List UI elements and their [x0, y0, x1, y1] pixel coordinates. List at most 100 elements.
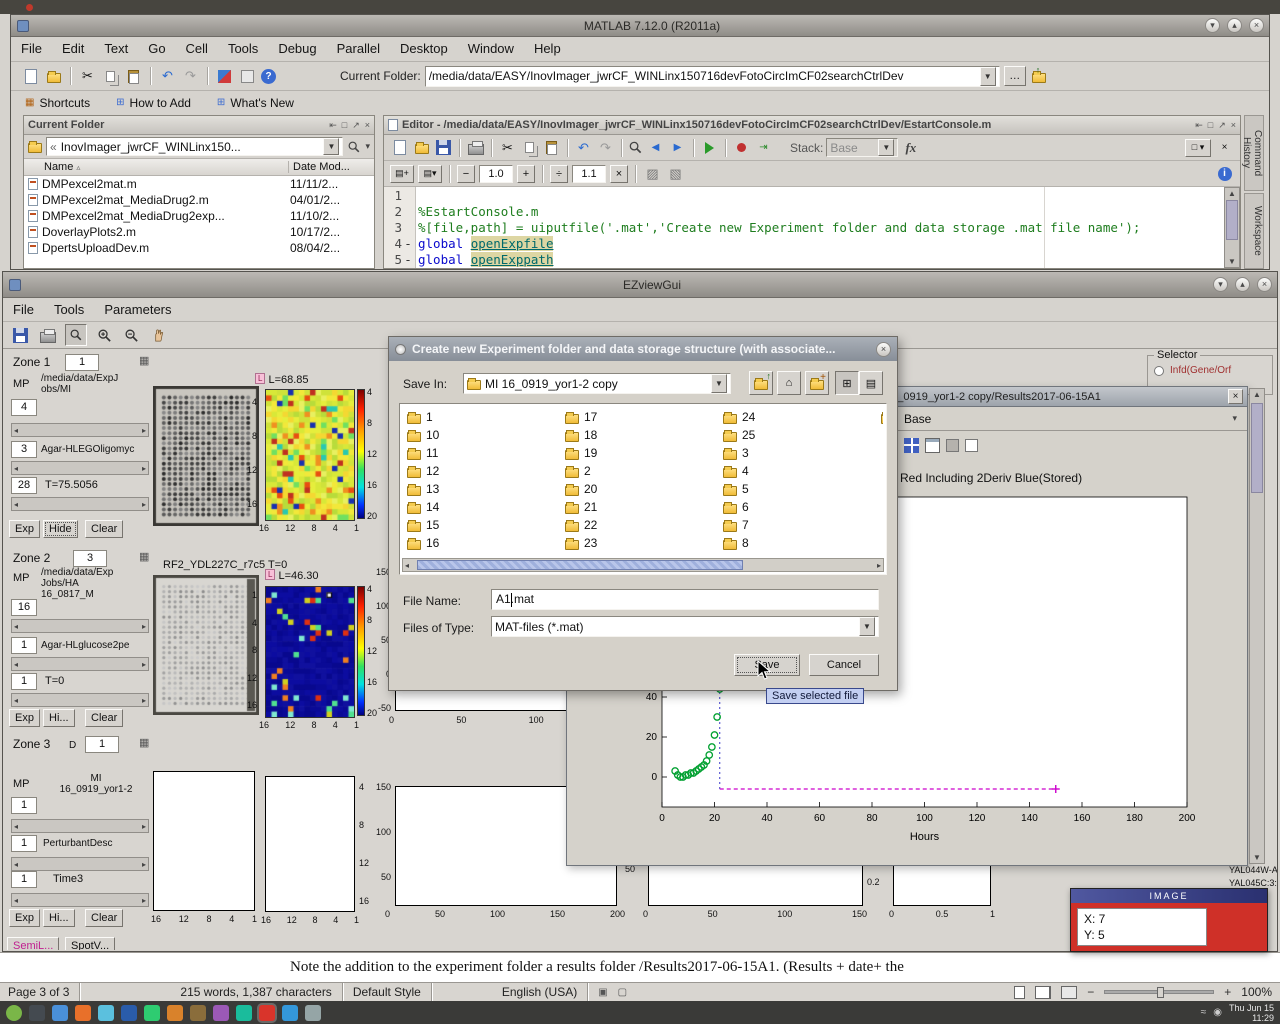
menu-item[interactable]: Edit: [62, 41, 84, 56]
misc-tool-icon[interactable]: [946, 439, 959, 452]
editor-vscrollbar[interactable]: ▲▼: [1224, 187, 1240, 268]
code-area[interactable]: 12%EstartConsole.m3%[file,path] = uiputf…: [384, 187, 1240, 268]
taskbar-icon-image-active[interactable]: [259, 1005, 275, 1021]
folder-item[interactable]: 23: [561, 534, 719, 552]
whats-new-item[interactable]: ⊞What's New: [217, 96, 294, 110]
zoom-percent[interactable]: 100%: [1241, 985, 1272, 999]
editor-dock-icon[interactable]: ⇤: [1195, 120, 1203, 131]
book-view-icon[interactable]: [1061, 986, 1077, 999]
simulink-icon[interactable]: [215, 67, 234, 86]
tab-workspace[interactable]: Workspace: [1244, 193, 1264, 269]
file-name-input[interactable]: A1.mat: [491, 589, 879, 610]
grid-view-icon[interactable]: [904, 438, 919, 453]
redo-icon[interactable]: ↷: [181, 67, 200, 86]
ezview-titlebar[interactable]: EZviewGui ▾ ▴ ×: [3, 272, 1277, 298]
list-view-button[interactable]: ⊞: [835, 371, 859, 395]
folder-item[interactable]: 1: [403, 408, 561, 426]
editor-toolbar-close-icon[interactable]: ×: [1215, 138, 1234, 157]
type-dropdown-icon[interactable]: ▼: [859, 617, 875, 636]
taskbar-clock[interactable]: Thu Jun 15 11:29: [1229, 1003, 1274, 1023]
increase-font-button[interactable]: +: [517, 165, 535, 183]
taskbar-icon-editor[interactable]: [98, 1005, 114, 1021]
exp-button[interactable]: Exp: [9, 709, 40, 727]
page-indicator[interactable]: Page 3 of 3: [8, 985, 69, 999]
zoom-slider-thumb[interactable]: [1157, 987, 1164, 998]
multi-page-view-icon[interactable]: [1035, 986, 1051, 999]
current-folder-header[interactable]: Current Folder ⇤ □ ↗ ×: [24, 116, 374, 135]
cell-misc-icon[interactable]: ▨: [643, 164, 662, 183]
up-one-level-button[interactable]: ↑: [749, 371, 773, 395]
zoom-select-icon[interactable]: [65, 324, 87, 346]
zone-index-field[interactable]: 1: [85, 736, 119, 753]
media-value-field[interactable]: 1: [11, 637, 37, 654]
selector-radio[interactable]: [1154, 366, 1164, 376]
hscroll-thumb[interactable]: [417, 560, 743, 570]
selection-mode-icon[interactable]: ▢: [618, 987, 627, 998]
actions-menu-icon[interactable]: ▾: [365, 141, 370, 152]
tab-command-history[interactable]: Command History: [1244, 115, 1264, 191]
pan-hand-icon[interactable]: [149, 326, 168, 345]
folder-item[interactable]: 16: [403, 534, 561, 552]
save-in-combo[interactable]: MI 16_0919_yor1-2 copy ▼: [463, 373, 731, 394]
taskbar-icon-calc[interactable]: [144, 1005, 160, 1021]
new-file-icon[interactable]: [21, 67, 40, 86]
scroll-down-icon[interactable]: ▼: [1253, 853, 1261, 862]
image-window-titlebar[interactable]: IMAGE: [1071, 889, 1267, 903]
files-of-type-combo[interactable]: MAT-files (*.mat) ▼: [491, 616, 879, 637]
semilog-button[interactable]: SemiL...: [7, 937, 59, 950]
tray-network-icon[interactable]: ≈: [1201, 1007, 1207, 1018]
divide-step-button[interactable]: ÷: [550, 165, 568, 183]
zoom-out-button[interactable]: −: [1087, 985, 1094, 999]
zone1-heatmap[interactable]: [265, 389, 355, 521]
ezview-close-button[interactable]: ×: [1257, 277, 1272, 292]
insert-mode-icon[interactable]: ▣: [598, 987, 607, 998]
editor-restore-icon[interactable]: □: [1208, 120, 1213, 130]
scroll-up-icon[interactable]: ▲: [1228, 189, 1236, 198]
clear-button[interactable]: Clear: [85, 709, 123, 727]
details-view-button[interactable]: ▤: [859, 371, 883, 395]
ezview-maximize-button[interactable]: ▴: [1235, 277, 1250, 292]
hide-button[interactable]: Hi...: [43, 709, 75, 727]
page-style[interactable]: Default Style: [353, 985, 421, 999]
shortcuts-item[interactable]: ▦Shortcuts: [25, 96, 90, 110]
mp-value-field[interactable]: 4: [11, 399, 37, 416]
time-value-field[interactable]: 28: [11, 477, 37, 494]
folder-item[interactable]: 25: [719, 426, 877, 444]
editor-open-icon[interactable]: [412, 138, 431, 157]
editor-undo-icon[interactable]: ↶: [574, 138, 593, 157]
font-scale-a-field[interactable]: 1.0: [479, 165, 513, 183]
menu-item[interactable]: Window: [468, 41, 514, 56]
tray-volume-icon[interactable]: ◉: [1213, 1007, 1222, 1018]
editor-find-icon[interactable]: [628, 140, 643, 155]
single-page-view-icon[interactable]: [1014, 986, 1025, 999]
scroll-right-icon[interactable]: ▸: [877, 561, 881, 570]
font-scale-b-field[interactable]: 1.1: [572, 165, 606, 183]
file-row[interactable]: DMPexcel2mat.m 11/11/2...: [24, 176, 374, 192]
restore-icon[interactable]: □: [342, 120, 347, 130]
decrease-font-button[interactable]: −: [457, 165, 475, 183]
folder-item[interactable]: 18: [561, 426, 719, 444]
taskbar-icon-writer[interactable]: [282, 1005, 298, 1021]
results-close-icon[interactable]: ×: [1228, 389, 1243, 404]
menu-item[interactable]: Tools: [228, 41, 258, 56]
taskbar-icon-settings[interactable]: [305, 1005, 321, 1021]
taskbar-icon-terminal[interactable]: [29, 1005, 45, 1021]
editor-save-icon[interactable]: [434, 138, 453, 157]
scroll-up-icon[interactable]: ▲: [1253, 390, 1261, 399]
folder-item[interactable]: 13: [403, 480, 561, 498]
insert-cell-icon[interactable]: ▤+: [390, 165, 414, 183]
guide-icon[interactable]: [238, 67, 257, 86]
breakpoint-icon[interactable]: [732, 138, 751, 157]
folder-list-area[interactable]: 1 10 11 12 13: [399, 403, 887, 575]
menu-item[interactable]: Debug: [278, 41, 316, 56]
up-folder-icon[interactable]: ↑: [1030, 67, 1049, 86]
editor-cut-icon[interactable]: ✂: [498, 138, 517, 157]
editor-back-icon[interactable]: ◀: [646, 138, 665, 157]
exp-button[interactable]: Exp: [9, 520, 40, 538]
folder-item[interactable]: 9: [877, 408, 883, 426]
folder-item[interactable]: 8: [719, 534, 877, 552]
taskbar-icon-media[interactable]: [213, 1005, 229, 1021]
hide-button[interactable]: Hi...: [43, 909, 75, 927]
mp-value-field[interactable]: 16: [11, 599, 37, 616]
cancel-button[interactable]: Cancel: [809, 654, 879, 676]
